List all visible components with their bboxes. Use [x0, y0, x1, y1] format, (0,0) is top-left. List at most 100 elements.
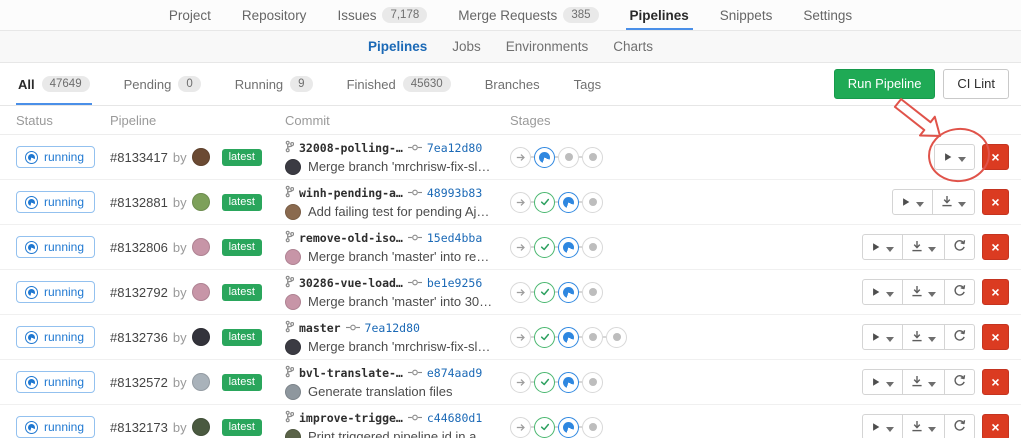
- commit-sha-link[interactable]: 15ed4bba: [427, 231, 482, 245]
- run-pipeline-button[interactable]: Run Pipeline: [834, 69, 936, 99]
- tab-all[interactable]: All47649: [16, 63, 92, 105]
- stage-icon-created[interactable]: [582, 327, 603, 348]
- branch-name-link[interactable]: master: [299, 321, 341, 335]
- pipeline-id-link[interactable]: #8132572: [110, 375, 168, 390]
- stage-icon-created[interactable]: [582, 372, 603, 393]
- cancel-pipeline-button[interactable]: ×: [982, 369, 1009, 395]
- tab-branches[interactable]: Branches: [483, 63, 542, 105]
- pipeline-author-avatar[interactable]: [192, 238, 210, 256]
- commit-author-avatar[interactable]: [285, 384, 301, 400]
- branch-name-link[interactable]: remove-old-iso…: [299, 231, 403, 245]
- download-artifacts-dropdown-button[interactable]: [902, 325, 944, 349]
- play-dropdown-button[interactable]: [893, 190, 932, 214]
- ci-lint-button[interactable]: CI Lint: [943, 69, 1009, 99]
- stage-icon-created[interactable]: [606, 327, 627, 348]
- commit-sha-link[interactable]: e874aad9: [427, 366, 482, 380]
- stage-icon-created[interactable]: [582, 147, 603, 168]
- stage-icon-running[interactable]: [558, 417, 579, 438]
- stage-icon-skipped[interactable]: [510, 282, 531, 303]
- play-dropdown-button[interactable]: [935, 145, 974, 169]
- stage-icon-skipped[interactable]: [510, 327, 531, 348]
- stage-icon-success[interactable]: [534, 327, 555, 348]
- stage-icon-success[interactable]: [534, 282, 555, 303]
- stage-icon-running[interactable]: [558, 282, 579, 303]
- stage-icon-running[interactable]: [534, 147, 555, 168]
- download-artifacts-dropdown-button[interactable]: [902, 370, 944, 394]
- nav-item-project[interactable]: Project: [167, 0, 213, 30]
- commit-sha-link[interactable]: be1e9256: [427, 276, 482, 290]
- tab-tags[interactable]: Tags: [572, 63, 603, 105]
- subnav-item-jobs[interactable]: Jobs: [452, 39, 481, 54]
- download-artifacts-dropdown-button[interactable]: [932, 190, 974, 214]
- play-dropdown-button[interactable]: [863, 415, 902, 438]
- play-dropdown-button[interactable]: [863, 235, 902, 259]
- pipeline-author-avatar[interactable]: [192, 373, 210, 391]
- commit-author-avatar[interactable]: [285, 249, 301, 265]
- stage-icon-running[interactable]: [558, 237, 579, 258]
- pipeline-author-avatar[interactable]: [192, 328, 210, 346]
- stage-icon-skipped[interactable]: [510, 417, 531, 438]
- stage-icon-running[interactable]: [558, 192, 579, 213]
- retry-pipeline-button[interactable]: [944, 370, 974, 394]
- tab-pending[interactable]: Pending0: [122, 63, 203, 105]
- subnav-item-environments[interactable]: Environments: [506, 39, 589, 54]
- stage-icon-success[interactable]: [534, 192, 555, 213]
- stage-icon-running[interactable]: [558, 327, 579, 348]
- play-dropdown-button[interactable]: [863, 370, 902, 394]
- cancel-pipeline-button[interactable]: ×: [982, 279, 1009, 305]
- cancel-pipeline-button[interactable]: ×: [982, 414, 1009, 438]
- pipeline-author-avatar[interactable]: [192, 283, 210, 301]
- cancel-pipeline-button[interactable]: ×: [982, 144, 1009, 170]
- commit-author-avatar[interactable]: [285, 339, 301, 355]
- stage-icon-created[interactable]: [582, 417, 603, 438]
- branch-name-link[interactable]: bvl-translate-…: [299, 366, 403, 380]
- stage-icon-created[interactable]: [558, 147, 579, 168]
- pipeline-author-avatar[interactable]: [192, 193, 210, 211]
- stage-icon-running[interactable]: [558, 372, 579, 393]
- download-artifacts-dropdown-button[interactable]: [902, 235, 944, 259]
- stage-icon-skipped[interactable]: [510, 147, 531, 168]
- pipeline-id-link[interactable]: #8132806: [110, 240, 168, 255]
- stage-icon-created[interactable]: [582, 282, 603, 303]
- retry-pipeline-button[interactable]: [944, 415, 974, 438]
- download-artifacts-dropdown-button[interactable]: [902, 280, 944, 304]
- nav-item-settings[interactable]: Settings: [801, 0, 854, 30]
- commit-author-avatar[interactable]: [285, 429, 301, 438]
- stage-icon-created[interactable]: [582, 237, 603, 258]
- status-badge[interactable]: running: [16, 326, 95, 348]
- nav-item-issues[interactable]: Issues7,178: [335, 0, 429, 30]
- download-artifacts-dropdown-button[interactable]: [902, 415, 944, 438]
- nav-item-snippets[interactable]: Snippets: [718, 0, 775, 30]
- status-badge[interactable]: running: [16, 146, 95, 168]
- commit-author-avatar[interactable]: [285, 294, 301, 310]
- stage-icon-skipped[interactable]: [510, 372, 531, 393]
- stage-icon-success[interactable]: [534, 237, 555, 258]
- branch-name-link[interactable]: winh-pending-a…: [299, 186, 403, 200]
- commit-sha-link[interactable]: 7ea12d80: [427, 141, 482, 155]
- status-badge[interactable]: running: [16, 281, 95, 303]
- stage-icon-skipped[interactable]: [510, 192, 531, 213]
- status-badge[interactable]: running: [16, 371, 95, 393]
- tab-running[interactable]: Running9: [233, 63, 315, 105]
- branch-name-link[interactable]: improve-trigge…: [299, 411, 403, 425]
- branch-name-link[interactable]: 32008-polling-…: [299, 141, 403, 155]
- play-dropdown-button[interactable]: [863, 280, 902, 304]
- pipeline-author-avatar[interactable]: [192, 148, 210, 166]
- stage-icon-success[interactable]: [534, 417, 555, 438]
- stage-icon-skipped[interactable]: [510, 237, 531, 258]
- subnav-item-pipelines[interactable]: Pipelines: [368, 39, 427, 54]
- stage-icon-created[interactable]: [582, 192, 603, 213]
- pipeline-author-avatar[interactable]: [192, 418, 210, 436]
- retry-pipeline-button[interactable]: [944, 325, 974, 349]
- status-badge[interactable]: running: [16, 191, 95, 213]
- nav-item-merge-requests[interactable]: Merge Requests385: [456, 0, 600, 30]
- pipeline-id-link[interactable]: #8132736: [110, 330, 168, 345]
- pipeline-id-link[interactable]: #8132173: [110, 420, 168, 435]
- nav-item-repository[interactable]: Repository: [240, 0, 309, 30]
- commit-sha-link[interactable]: 48993b83: [427, 186, 482, 200]
- cancel-pipeline-button[interactable]: ×: [982, 324, 1009, 350]
- cancel-pipeline-button[interactable]: ×: [982, 234, 1009, 260]
- stage-icon-success[interactable]: [534, 372, 555, 393]
- branch-name-link[interactable]: 30286-vue-load…: [299, 276, 403, 290]
- pipeline-id-link[interactable]: #8133417: [110, 150, 168, 165]
